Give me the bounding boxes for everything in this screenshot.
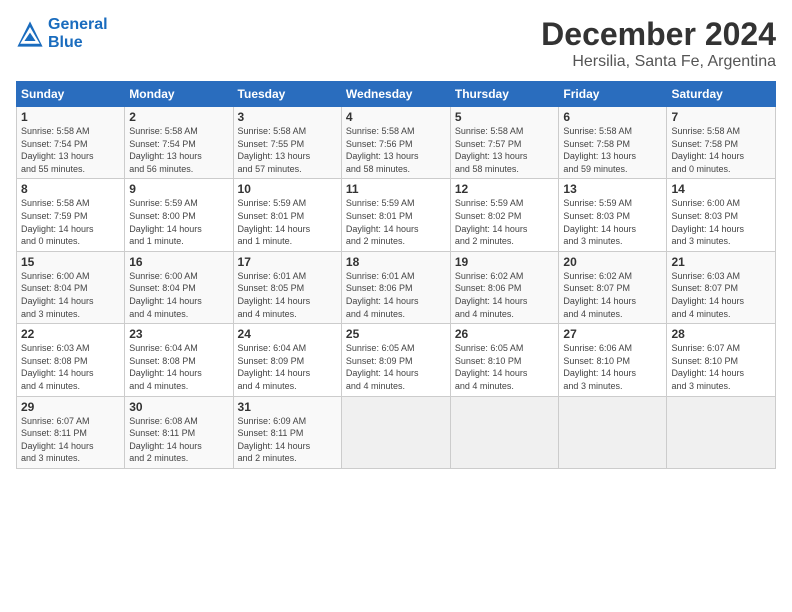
calendar-row-3: 15Sunrise: 6:00 AM Sunset: 8:04 PM Dayli…: [17, 251, 776, 323]
table-row: 14Sunrise: 6:00 AM Sunset: 8:03 PM Dayli…: [667, 179, 776, 251]
table-row: 6Sunrise: 5:58 AM Sunset: 7:58 PM Daylig…: [559, 107, 667, 179]
title-area: December 2024 Hersilia, Santa Fe, Argent…: [541, 16, 776, 71]
calendar-row-2: 8Sunrise: 5:58 AM Sunset: 7:59 PM Daylig…: [17, 179, 776, 251]
calendar-table: Sunday Monday Tuesday Wednesday Thursday…: [16, 81, 776, 469]
logo: General Blue: [16, 16, 108, 52]
table-row: 10Sunrise: 5:59 AM Sunset: 8:01 PM Dayli…: [233, 179, 341, 251]
table-row: 20Sunrise: 6:02 AM Sunset: 8:07 PM Dayli…: [559, 251, 667, 323]
col-monday: Monday: [125, 82, 233, 107]
table-row: 21Sunrise: 6:03 AM Sunset: 8:07 PM Dayli…: [667, 251, 776, 323]
table-row: 30Sunrise: 6:08 AM Sunset: 8:11 PM Dayli…: [125, 396, 233, 468]
table-row: 12Sunrise: 5:59 AM Sunset: 8:02 PM Dayli…: [450, 179, 559, 251]
table-row: [341, 396, 450, 468]
table-row: 24Sunrise: 6:04 AM Sunset: 8:09 PM Dayli…: [233, 324, 341, 396]
col-saturday: Saturday: [667, 82, 776, 107]
table-row: 25Sunrise: 6:05 AM Sunset: 8:09 PM Dayli…: [341, 324, 450, 396]
calendar-row-1: 1Sunrise: 5:58 AM Sunset: 7:54 PM Daylig…: [17, 107, 776, 179]
table-row: 19Sunrise: 6:02 AM Sunset: 8:06 PM Dayli…: [450, 251, 559, 323]
table-row: 28Sunrise: 6:07 AM Sunset: 8:10 PM Dayli…: [667, 324, 776, 396]
col-tuesday: Tuesday: [233, 82, 341, 107]
table-row: 26Sunrise: 6:05 AM Sunset: 8:10 PM Dayli…: [450, 324, 559, 396]
table-row: [450, 396, 559, 468]
page-header: General Blue December 2024 Hersilia, San…: [16, 16, 776, 71]
table-row: 15Sunrise: 6:00 AM Sunset: 8:04 PM Dayli…: [17, 251, 125, 323]
table-row: 11Sunrise: 5:59 AM Sunset: 8:01 PM Dayli…: [341, 179, 450, 251]
header-row: Sunday Monday Tuesday Wednesday Thursday…: [17, 82, 776, 107]
col-thursday: Thursday: [450, 82, 559, 107]
logo-text: General Blue: [48, 16, 108, 52]
table-row: 17Sunrise: 6:01 AM Sunset: 8:05 PM Dayli…: [233, 251, 341, 323]
table-row: 27Sunrise: 6:06 AM Sunset: 8:10 PM Dayli…: [559, 324, 667, 396]
col-wednesday: Wednesday: [341, 82, 450, 107]
table-row: 3Sunrise: 5:58 AM Sunset: 7:55 PM Daylig…: [233, 107, 341, 179]
col-friday: Friday: [559, 82, 667, 107]
table-row: 29Sunrise: 6:07 AM Sunset: 8:11 PM Dayli…: [17, 396, 125, 468]
table-row: 5Sunrise: 5:58 AM Sunset: 7:57 PM Daylig…: [450, 107, 559, 179]
table-row: 4Sunrise: 5:58 AM Sunset: 7:56 PM Daylig…: [341, 107, 450, 179]
location-title: Hersilia, Santa Fe, Argentina: [541, 53, 776, 71]
table-row: 2Sunrise: 5:58 AM Sunset: 7:54 PM Daylig…: [125, 107, 233, 179]
table-row: 18Sunrise: 6:01 AM Sunset: 8:06 PM Dayli…: [341, 251, 450, 323]
table-row: 31Sunrise: 6:09 AM Sunset: 8:11 PM Dayli…: [233, 396, 341, 468]
table-row: 22Sunrise: 6:03 AM Sunset: 8:08 PM Dayli…: [17, 324, 125, 396]
table-row: 23Sunrise: 6:04 AM Sunset: 8:08 PM Dayli…: [125, 324, 233, 396]
table-row: 13Sunrise: 5:59 AM Sunset: 8:03 PM Dayli…: [559, 179, 667, 251]
table-row: [667, 396, 776, 468]
table-row: [559, 396, 667, 468]
table-row: 1Sunrise: 5:58 AM Sunset: 7:54 PM Daylig…: [17, 107, 125, 179]
calendar-row-5: 29Sunrise: 6:07 AM Sunset: 8:11 PM Dayli…: [17, 396, 776, 468]
table-row: 8Sunrise: 5:58 AM Sunset: 7:59 PM Daylig…: [17, 179, 125, 251]
table-row: 9Sunrise: 5:59 AM Sunset: 8:00 PM Daylig…: [125, 179, 233, 251]
col-sunday: Sunday: [17, 82, 125, 107]
logo-icon: [16, 20, 44, 48]
table-row: 16Sunrise: 6:00 AM Sunset: 8:04 PM Dayli…: [125, 251, 233, 323]
calendar-row-4: 22Sunrise: 6:03 AM Sunset: 8:08 PM Dayli…: [17, 324, 776, 396]
table-row: 7Sunrise: 5:58 AM Sunset: 7:58 PM Daylig…: [667, 107, 776, 179]
month-title: December 2024: [541, 16, 776, 53]
